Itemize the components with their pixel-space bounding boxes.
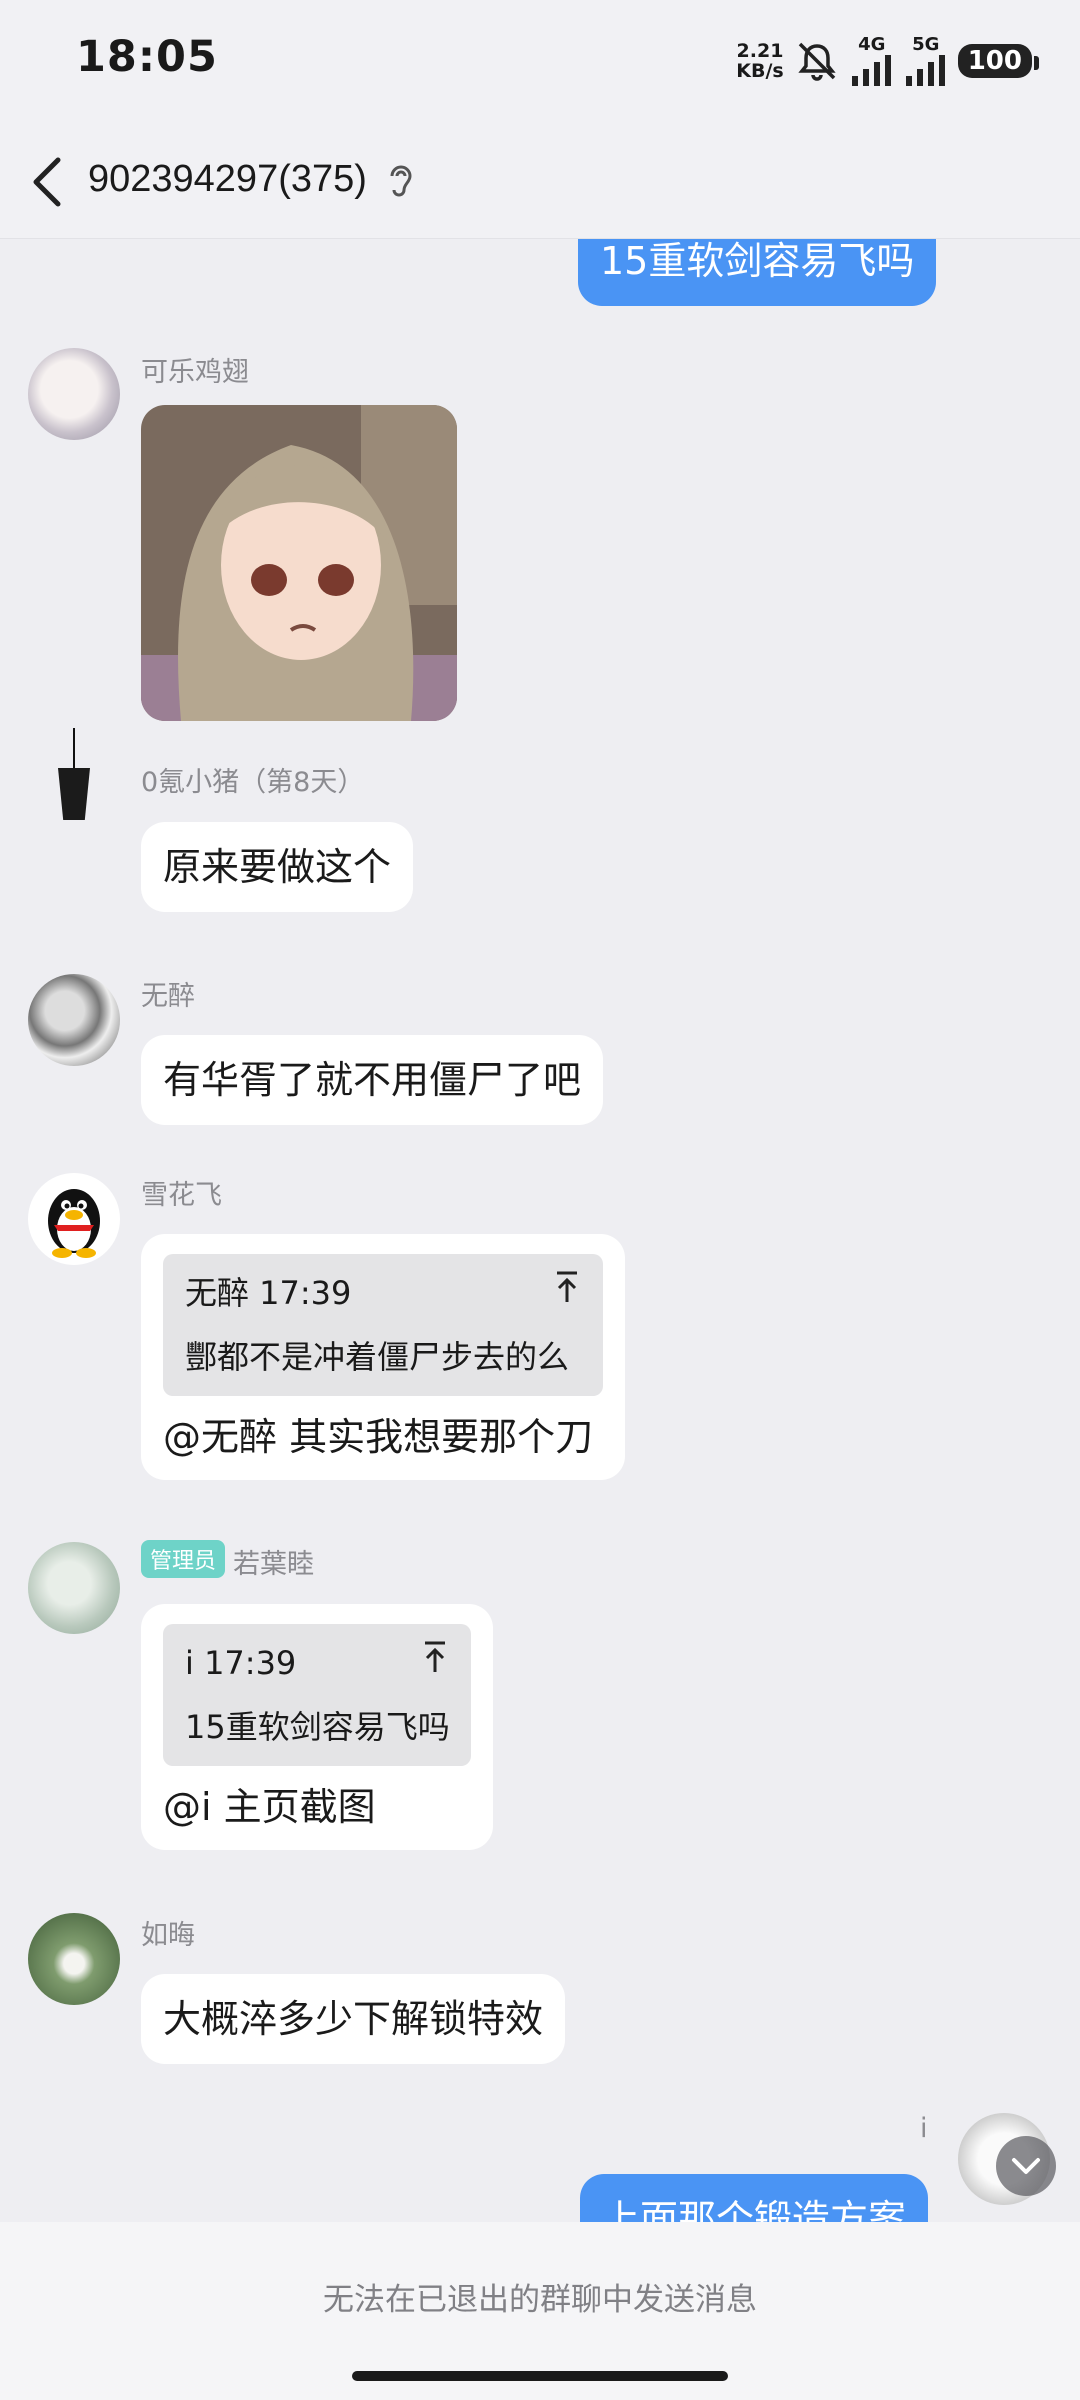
status-time: 18:05 — [76, 32, 218, 82]
home-indicator[interactable] — [352, 2371, 728, 2381]
ear-icon[interactable] — [384, 162, 418, 202]
avatar[interactable] — [28, 348, 120, 440]
avatar[interactable] — [28, 1173, 120, 1265]
signal-4g: 4G — [850, 36, 894, 86]
chat-message-list[interactable]: 15重软剑容易飞吗 可乐鸡翅 0氪小猪（第8天） 原来要做这个 无醉 有华胥了就… — [0, 238, 1080, 2222]
sender-name: 雪花飞 — [141, 1180, 222, 1211]
quoted-message[interactable]: 无醉 17:39 酆都不是冲着僵尸步去的么 — [163, 1254, 603, 1396]
anime-character-image — [141, 405, 457, 721]
outgoing-message-bubble[interactable]: 15重软剑容易飞吗 — [578, 238, 937, 306]
network-speed: 2.21 KB/s — [736, 40, 784, 82]
avatar[interactable] — [28, 1542, 120, 1634]
reply-message-bubble[interactable]: i 17:39 15重软剑容易飞吗 @i 主页截图 — [141, 1604, 493, 1850]
sender-name: 0氪小猪（第8天） — [141, 767, 365, 798]
arrow-up-icon[interactable] — [421, 1640, 449, 1674]
signal-bars-icon — [851, 55, 891, 86]
message-bubble[interactable]: 大概淬多少下解锁特效 — [141, 1974, 566, 2064]
chevron-down-icon — [1012, 2158, 1040, 2174]
penguin-icon — [48, 1189, 100, 1258]
avatar[interactable] — [28, 1913, 120, 2005]
avatar[interactable] — [28, 728, 120, 820]
sender-name: 如晦 — [141, 1920, 195, 1951]
sender-name: 无醉 — [141, 981, 195, 1012]
status-bar: 18:05 2.21 KB/s 4G 5G 100 — [0, 0, 1080, 120]
mute-icon — [798, 42, 836, 81]
chevron-left-icon[interactable] — [28, 154, 68, 210]
chat-title[interactable]: 902394297(375) — [88, 158, 367, 201]
sender-name: 可乐鸡翅 — [141, 357, 249, 388]
sender-name: 若葉睦 — [233, 1549, 314, 1580]
admin-badge: 管理员 — [141, 1540, 226, 1578]
sender-name: i — [920, 2113, 928, 2144]
battery-indicator: 100 — [957, 44, 1040, 78]
quoted-message[interactable]: i 17:39 15重软剑容易飞吗 — [163, 1624, 471, 1766]
signal-5g: 5G — [904, 36, 948, 86]
avatar[interactable] — [28, 974, 120, 1066]
signal-bars-icon — [905, 55, 945, 86]
arrow-up-icon[interactable] — [553, 1270, 581, 1304]
image-message[interactable] — [141, 405, 457, 721]
status-icons: 2.21 KB/s 4G 5G 100 — [736, 34, 1040, 88]
chat-header: 902394297(375) — [0, 120, 1080, 238]
scroll-to-bottom-button[interactable] — [996, 2136, 1056, 2196]
input-disabled-area: 无法在已退出的群聊中发送消息 — [0, 2222, 1080, 2400]
disabled-notice: 无法在已退出的群聊中发送消息 — [323, 2282, 757, 2318]
message-bubble[interactable]: 原来要做这个 — [141, 822, 414, 912]
message-bubble[interactable]: 有华胥了就不用僵尸了吧 — [141, 1035, 604, 1125]
outgoing-message-bubble[interactable]: 上面那个锻造方案 — [580, 2174, 929, 2222]
reply-message-bubble[interactable]: 无醉 17:39 酆都不是冲着僵尸步去的么 @无醉 其实我想要那个刀 — [141, 1234, 625, 1480]
